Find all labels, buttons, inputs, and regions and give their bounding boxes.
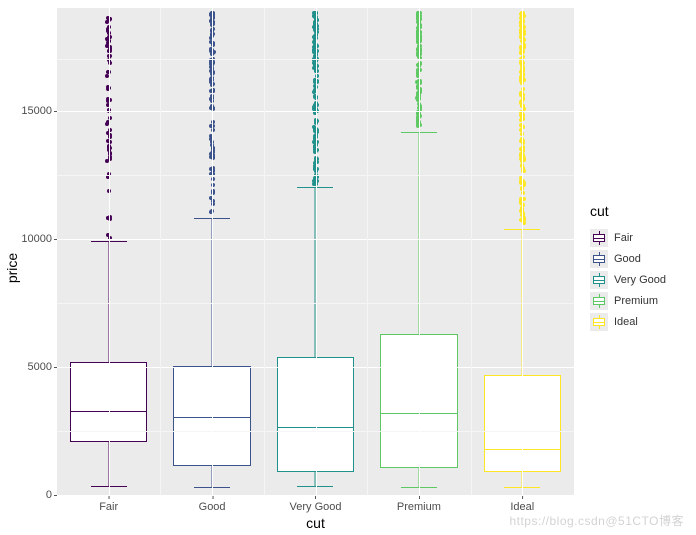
legend-label: Good <box>614 253 641 265</box>
watermark-text: https://blog.csdn@51CTO博客 <box>509 512 684 529</box>
legend-item-fair: Fair <box>590 227 692 248</box>
y-axis: price 0 5000 10000 15000 <box>0 0 57 535</box>
legend-item-good: Good <box>590 248 692 269</box>
legend-key-icon <box>590 292 608 310</box>
plot-panel <box>57 8 574 495</box>
legend-item-very-good: Very Good <box>590 269 692 290</box>
legend-item-premium: Premium <box>590 290 692 311</box>
x-tick-label: Fair <box>99 501 118 513</box>
legend-key-icon <box>590 250 608 268</box>
legend-key-icon <box>590 271 608 289</box>
legend-label: Fair <box>614 232 633 244</box>
x-tick-label: Good <box>199 501 226 513</box>
legend-title: cut <box>590 203 692 219</box>
chart-figure: price 0 5000 10000 15000 cut Fair Good Very G… <box>0 0 696 535</box>
legend-key-icon <box>590 313 608 331</box>
plot-panel-wrap: cut FairGoodVery GoodPremiumIdeal <box>57 0 580 535</box>
y-axis-label: price <box>4 252 20 282</box>
x-axis-label: cut <box>306 515 325 531</box>
x-tick-label: Premium <box>397 501 441 513</box>
x-tick-label: Very Good <box>290 501 342 513</box>
y-tick-label: 5000 <box>28 361 52 373</box>
legend: cut Fair Good Very Good Premium Ideal <box>580 0 696 535</box>
y-tick-label: 15000 <box>21 105 52 117</box>
legend-label: Premium <box>614 295 658 307</box>
y-tick-label: 10000 <box>21 233 52 245</box>
legend-key-icon <box>590 229 608 247</box>
legend-label: Very Good <box>614 274 666 286</box>
legend-item-ideal: Ideal <box>590 311 692 332</box>
x-axis: cut FairGoodVery GoodPremiumIdeal <box>57 495 574 531</box>
y-tick-label: 0 <box>46 489 52 501</box>
legend-label: Ideal <box>614 316 638 328</box>
